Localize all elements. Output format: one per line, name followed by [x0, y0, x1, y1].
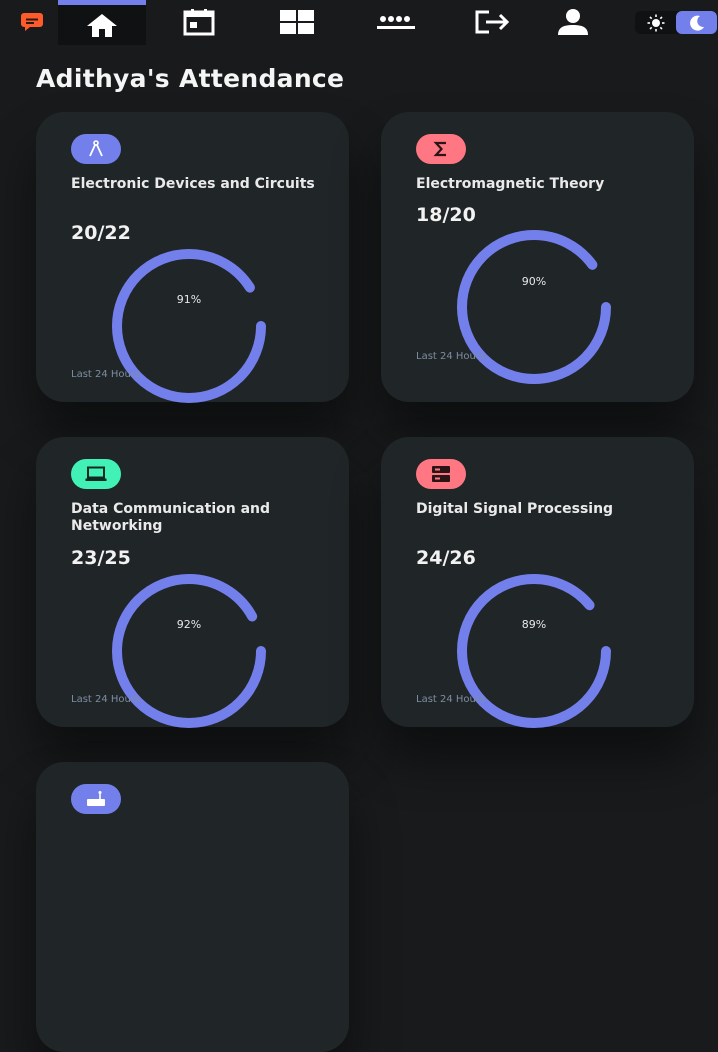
- home-icon: [87, 14, 117, 37]
- attendance-count: 24/26: [416, 547, 476, 569]
- subject-name: Data Communication and Networking: [71, 501, 271, 534]
- dark-mode-option[interactable]: [676, 11, 717, 34]
- password-icon: [377, 16, 415, 29]
- card-footer: Last 24 Hours: [71, 694, 141, 705]
- attendance-ring: [457, 230, 611, 384]
- attendance-ring: [112, 574, 266, 728]
- router-icon: [87, 791, 105, 806]
- attendance-count: 18/20: [416, 204, 476, 226]
- person-icon: [558, 9, 588, 35]
- attendance-percent: 89%: [521, 618, 547, 631]
- subject-icon-badge: [71, 459, 121, 489]
- subject-name: Electromagnetic Theory: [416, 176, 605, 192]
- subject-card[interactable]: [36, 762, 349, 1052]
- subject-icon-badge: [416, 134, 466, 164]
- storage-icon: [432, 466, 450, 482]
- grid-icon: [280, 10, 314, 34]
- subject-name: Digital Signal Processing: [416, 501, 614, 517]
- compass-icon: [89, 140, 103, 157]
- theme-toggle[interactable]: [635, 11, 717, 34]
- subject-icon-badge: [71, 134, 121, 164]
- subject-name: Electronic Devices and Circuits: [71, 176, 315, 192]
- subject-card[interactable]: Data Communication and Networking 23/25 …: [36, 437, 349, 728]
- sigma-icon: [433, 141, 446, 157]
- light-mode-option[interactable]: [635, 11, 676, 34]
- card-footer: Last 24 Hours: [71, 369, 141, 380]
- sun-icon: [647, 14, 664, 31]
- nav-dashboard[interactable]: [268, 0, 326, 44]
- moon-icon: [689, 15, 704, 31]
- attendance-percent: 92%: [176, 618, 202, 631]
- page-title: Adithya's Attendance: [36, 64, 345, 93]
- subject-icon-badge: [416, 459, 466, 489]
- attendance-ring: [457, 574, 611, 728]
- card-footer: Last 24 Hours: [416, 351, 486, 362]
- attendance-count: 20/22: [71, 222, 131, 244]
- top-nav: [0, 0, 718, 46]
- logout-icon: [475, 10, 510, 34]
- card-footer: Last 24 Hours: [416, 694, 486, 705]
- subject-card[interactable]: Digital Signal Processing 24/26 89% Last…: [381, 437, 694, 728]
- subject-icon-badge: [71, 784, 121, 814]
- laptop-icon: [85, 466, 107, 481]
- calendar-icon: [183, 9, 215, 36]
- attendance-ring: [112, 249, 266, 403]
- attendance-percent: 91%: [176, 293, 202, 306]
- nav-profile[interactable]: [544, 0, 602, 44]
- attendance-count: 23/25: [71, 547, 131, 569]
- nav-home[interactable]: [58, 0, 146, 45]
- subject-card[interactable]: Electromagnetic Theory 18/20 90% Last 24…: [381, 112, 694, 402]
- nav-logout[interactable]: [464, 0, 522, 44]
- nav-password[interactable]: [366, 0, 426, 44]
- chat-icon[interactable]: [20, 12, 44, 32]
- attendance-percent: 90%: [521, 275, 547, 288]
- subject-card[interactable]: Electronic Devices and Circuits 20/22 91…: [36, 112, 349, 403]
- nav-timetable[interactable]: [170, 0, 228, 44]
